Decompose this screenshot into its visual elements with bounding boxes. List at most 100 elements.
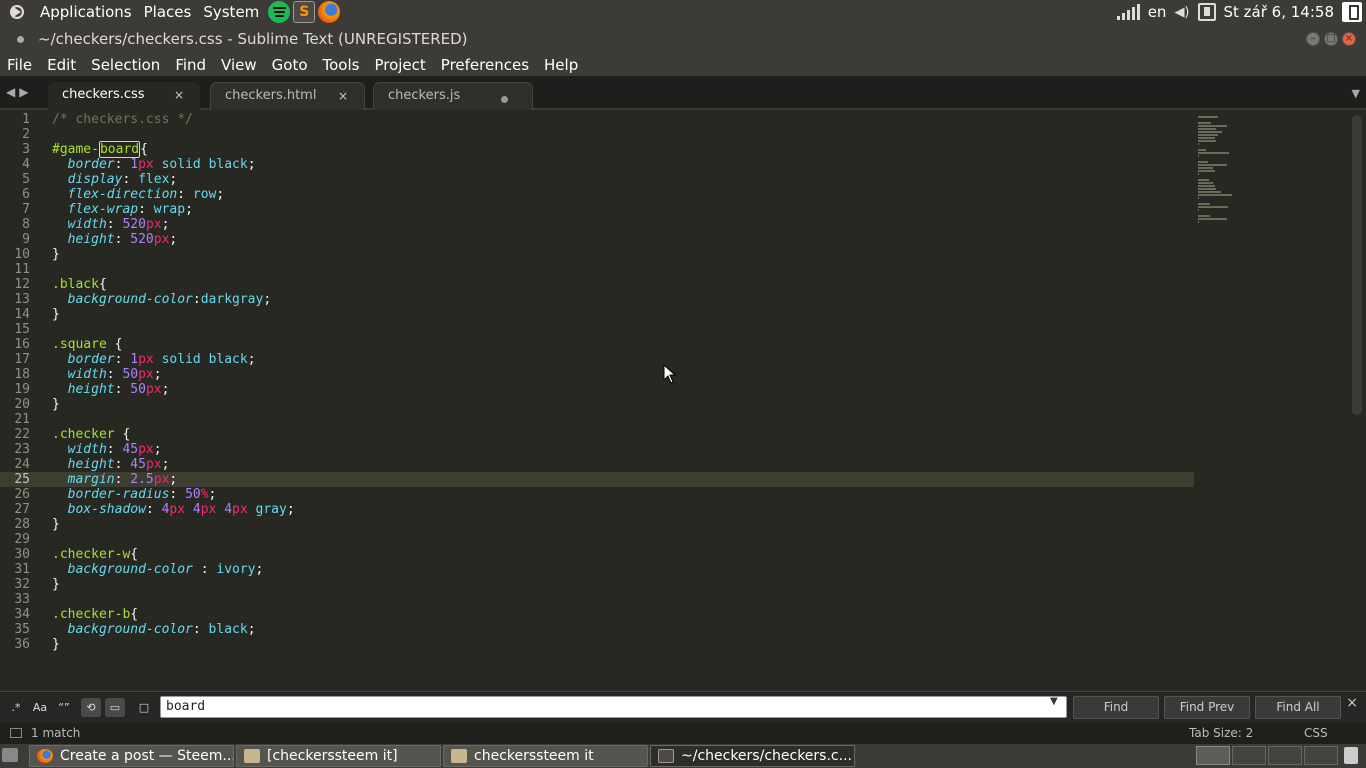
workspace-2[interactable] (1232, 746, 1266, 765)
code-line[interactable]: .square { (52, 337, 295, 352)
power-icon[interactable] (1342, 2, 1362, 22)
maximize-button[interactable]: □ (1324, 32, 1338, 46)
system-menu[interactable]: System (197, 3, 265, 21)
wrap-toggle-icon[interactable]: ⟲ (81, 698, 101, 717)
code-editor[interactable]: 1 2 3 4 5 6 7 8 9 10 11 12 13 14 15 16 17 18 19 20 21 22 23 24 2… (0, 111, 1366, 691)
find-button[interactable]: Find (1073, 696, 1159, 719)
trash-icon[interactable] (1344, 747, 1358, 764)
taskbar-item-firefox[interactable]: Create a post — Steem... (29, 745, 234, 767)
workspace-1[interactable] (1196, 746, 1230, 765)
menu-selection[interactable]: Selection (84, 56, 168, 74)
code-line[interactable]: .checker-w{ (52, 547, 295, 562)
tab-checkers-html[interactable]: checkers.html × (210, 82, 365, 110)
sublime-launcher-icon[interactable]: S (293, 1, 316, 23)
tab-nav-arrows-icon[interactable]: ◀▶ (6, 85, 32, 99)
tab-modified-dot-icon[interactable] (501, 96, 508, 103)
tab-size-indicator[interactable]: Tab Size: 2 (1189, 726, 1253, 740)
find-all-button[interactable]: Find All (1255, 696, 1341, 719)
code-line[interactable]: width: 45px; (52, 442, 295, 457)
code-line[interactable]: } (52, 577, 295, 592)
code-line[interactable] (52, 262, 295, 277)
menu-project[interactable]: Project (367, 56, 433, 74)
code-line[interactable]: margin: 2.5px; (52, 472, 295, 487)
code-line[interactable]: width: 520px; (52, 217, 295, 232)
code-line[interactable]: } (52, 247, 295, 262)
taskbar-item-sublime[interactable]: ~/checkers/checkers.c... (650, 745, 855, 767)
code-line[interactable]: } (52, 517, 295, 532)
workspace-3[interactable] (1268, 746, 1302, 765)
code-line[interactable]: flex-direction: row; (52, 187, 295, 202)
syntax-indicator[interactable]: CSS (1304, 726, 1328, 740)
ubuntu-logo-icon[interactable] (6, 1, 28, 23)
find-input[interactable]: board (160, 696, 1067, 718)
code-line[interactable]: width: 50px; (52, 367, 295, 382)
volume-icon[interactable]: ◀) (1174, 5, 1189, 20)
case-sensitive-toggle[interactable]: Aa (30, 698, 50, 717)
code-line[interactable] (52, 127, 295, 142)
code-line[interactable]: height: 50px; (52, 382, 295, 397)
code-line[interactable]: border: 1px solid black; (52, 157, 295, 172)
battery-icon[interactable] (1197, 3, 1216, 21)
minimap[interactable] (1198, 115, 1238, 223)
menu-tools[interactable]: Tools (316, 56, 368, 74)
code-line[interactable]: height: 45px; (52, 457, 295, 472)
find-history-chevron-down-icon[interactable]: ▼ (1050, 696, 1058, 707)
applications-menu[interactable]: Applications (34, 3, 138, 21)
menu-help[interactable]: Help (537, 56, 586, 74)
code-line[interactable]: } (52, 397, 295, 412)
code-line[interactable]: background-color:darkgray; (52, 292, 295, 307)
code-line[interactable]: display: flex; (52, 172, 295, 187)
menu-edit[interactable]: Edit (40, 56, 84, 74)
code-line[interactable]: /* checkers.css */ (52, 112, 295, 127)
firefox-launcher-icon[interactable] (318, 1, 341, 23)
menu-preferences[interactable]: Preferences (434, 56, 537, 74)
menu-file[interactable]: File (0, 56, 40, 74)
code-line[interactable]: } (52, 307, 295, 322)
code-line[interactable] (52, 412, 295, 427)
code-line[interactable]: .black{ (52, 277, 295, 292)
keyboard-layout-indicator[interactable]: en (1148, 3, 1167, 21)
code-area[interactable]: /* checkers.css */ #game-board{ border: … (52, 111, 295, 652)
close-window-button[interactable]: × (1342, 32, 1356, 46)
code-line[interactable] (52, 322, 295, 337)
code-line[interactable]: background-color: black; (52, 622, 295, 637)
find-prev-button[interactable]: Find Prev (1164, 696, 1250, 719)
code-line[interactable]: .checker-b{ (52, 607, 295, 622)
tab-list-dropdown-icon[interactable]: ▼ (1352, 87, 1360, 100)
taskbar-item-folder-2[interactable]: checkerssteem it (443, 745, 648, 767)
in-selection-toggle-icon[interactable]: ▭ (105, 698, 125, 717)
menu-view[interactable]: View (214, 56, 265, 74)
code-line[interactable]: #game-board{ (52, 141, 295, 158)
network-signal-icon[interactable] (1116, 4, 1140, 20)
code-line[interactable]: } (52, 637, 295, 652)
minimize-button[interactable]: – (1306, 32, 1320, 46)
panel-switcher-icon[interactable] (10, 728, 22, 738)
code-line[interactable]: .checker { (52, 427, 295, 442)
code-line[interactable]: border: 1px solid black; (52, 352, 295, 367)
code-line[interactable] (52, 592, 295, 607)
show-desktop-icon[interactable] (2, 748, 18, 762)
taskbar-item-folder-1[interactable]: [checkerssteem it] (236, 745, 441, 767)
clock[interactable]: St zář 6, 14:58 (1224, 3, 1334, 21)
regex-toggle[interactable]: .* (6, 698, 26, 717)
code-line[interactable]: height: 520px; (52, 232, 295, 247)
code-line[interactable]: background-color : ivory; (52, 562, 295, 577)
tab-checkers-js[interactable]: checkers.js (373, 82, 533, 110)
code-line[interactable]: box-shadow: 4px 4px 4px gray; (52, 502, 295, 517)
code-line[interactable]: border-radius: 50%; (52, 487, 295, 502)
menu-goto[interactable]: Goto (265, 56, 316, 74)
menu-find[interactable]: Find (168, 56, 214, 74)
spotify-launcher-icon[interactable] (268, 1, 291, 23)
places-menu[interactable]: Places (138, 3, 198, 21)
tab-checkers-css[interactable]: checkers.css × (48, 82, 200, 110)
code-line[interactable]: flex-wrap: wrap; (52, 202, 295, 217)
find-close-icon[interactable]: × (1346, 695, 1358, 711)
vertical-scrollbar[interactable] (1352, 115, 1362, 415)
tab-close-icon[interactable]: × (338, 89, 348, 103)
whole-word-toggle[interactable]: “” (54, 698, 74, 717)
window-titlebar[interactable]: ~/checkers/checkers.css - Sublime Text (… (0, 24, 1366, 54)
workspace-4[interactable] (1304, 746, 1338, 765)
code-line[interactable] (52, 532, 295, 547)
highlight-matches-toggle-icon[interactable]: □ (134, 698, 154, 717)
tab-close-icon[interactable]: × (174, 88, 184, 102)
